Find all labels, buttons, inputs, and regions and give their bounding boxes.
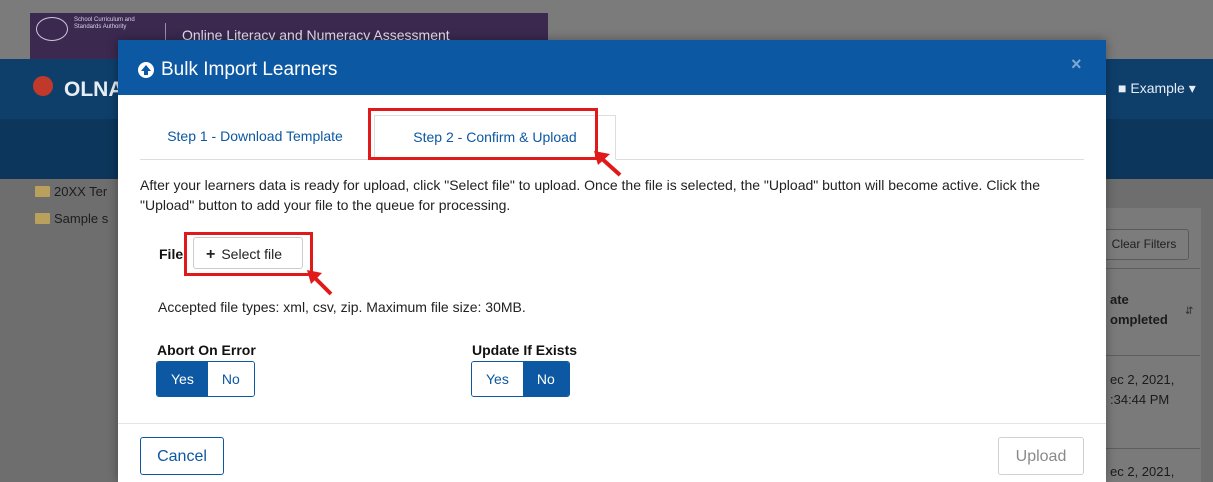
tree-item[interactable]: 20XX Ter [35,184,107,199]
close-button[interactable]: × [1071,54,1082,75]
clear-filters-button[interactable]: Clear Filters [1099,229,1189,260]
abort-on-error-no[interactable]: No [207,362,254,396]
abort-on-error-toggle: Yes No [156,361,255,397]
brand-icon [33,76,53,96]
brand-name[interactable]: OLNA [64,78,124,102]
row-divider [1093,448,1200,449]
pointer-arrow-icon [307,270,333,296]
upload-circle-icon [138,62,154,78]
abort-on-error-yes[interactable]: Yes [157,362,208,396]
sort-icon[interactable]: ⇵ [1185,306,1193,317]
user-menu[interactable]: ■ Example ▾ [1118,80,1196,97]
modal-title: Bulk Import Learners [161,59,338,80]
table-cell: ec 2, 2021, [1110,464,1175,479]
user-name: Example [1130,80,1185,96]
tree-item-label: 20XX Ter [54,184,108,199]
highlight-box-step2 [368,108,598,160]
tree-item[interactable]: Sample s [35,211,108,226]
row-divider [1093,355,1200,356]
update-if-exists-no[interactable]: No [522,362,569,396]
tab-download-template[interactable]: Step 1 - Download Template [140,115,370,158]
bulk-import-modal: Bulk Import Learners × Step 1 - Download… [118,40,1106,482]
user-icon: ■ [1118,80,1131,96]
highlight-box-select-file [184,232,313,276]
column-header-date-completed[interactable]: ate ompleted [1110,290,1168,330]
folder-icon [35,213,50,224]
accepted-file-types: Accepted file types: xml, csv, zip. Maxi… [158,299,526,315]
table-cell: ec 2, 2021, :34:44 PM [1110,372,1175,407]
caret-down-icon: ▾ [1188,80,1196,96]
seal-icon [36,17,68,41]
modal-header: Bulk Import Learners × [118,40,1106,95]
tree-item-label: Sample s [54,211,109,226]
cancel-button[interactable]: Cancel [140,437,224,475]
update-if-exists-yes[interactable]: Yes [472,362,523,396]
row-divider [1093,268,1200,269]
instructions-text: After your learners data is ready for up… [140,177,1040,213]
update-if-exists-label: Update If Exists [472,342,578,358]
modal-footer: Cancel Upload [118,423,1106,482]
file-label: File [159,246,184,262]
abort-on-error-label: Abort On Error [157,342,256,358]
update-if-exists-toggle: Yes No [471,361,570,397]
upload-button[interactable]: Upload [998,437,1084,475]
logo-text: School Curriculum and Standards Authorit… [74,17,135,30]
folder-icon [35,186,50,197]
